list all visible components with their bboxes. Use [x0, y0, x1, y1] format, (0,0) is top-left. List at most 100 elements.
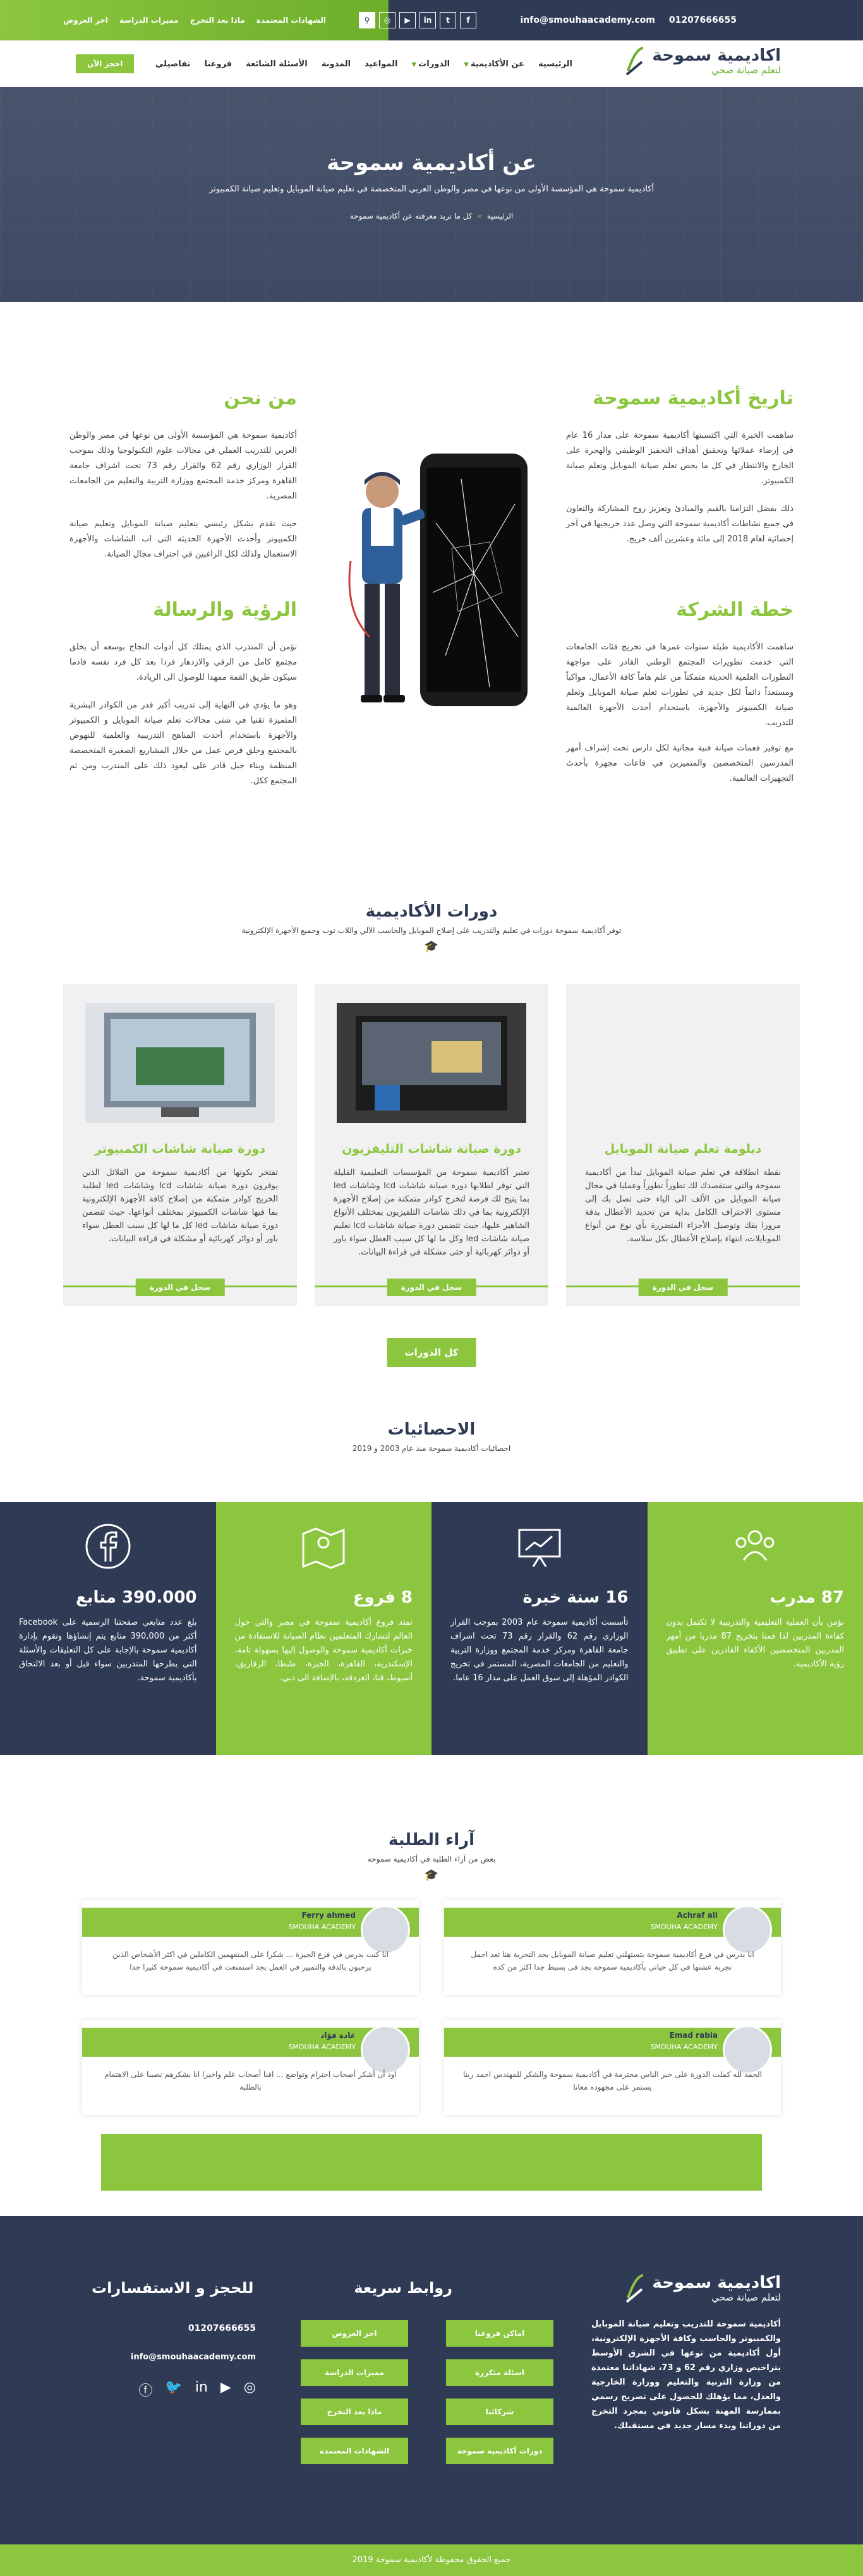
- courses-subtitle: توفر أكاديمية سموحة دورات في تعليم والتد…: [0, 926, 863, 935]
- top-link-features[interactable]: مميزات الدراسة: [119, 16, 179, 25]
- student-role: SMOUHA ACADEMY: [288, 1923, 356, 1931]
- student-name: Emad rabia: [670, 2031, 718, 2040]
- enroll-button[interactable]: سجل في الدورة: [136, 1279, 225, 1296]
- quick-link-branches[interactable]: اماكن فروعنا: [446, 2320, 553, 2347]
- testimonial-card: Ferry ahmed SMOUHA ACADEMY انا كنت بدرس …: [82, 1900, 419, 1995]
- vision-title: الرؤية والرسالة: [69, 599, 297, 621]
- testimonials-section: آراء الطلبة بعض من آراء الطلبة في أكاديم…: [0, 1812, 863, 2216]
- facebook-icon: [83, 1521, 133, 1572]
- top-links: اخر العروض مميزات الدراسة ماذا بعد التخر…: [63, 16, 326, 25]
- footer-logo-line2: لتعلم صيانة صحي: [652, 2292, 781, 2303]
- course-image: [588, 1003, 778, 1123]
- nav-faq[interactable]: الأسئلة الشائعة: [246, 59, 308, 69]
- stat-description: تأسست أكاديمية سموحة عام 2003 بموجب القر…: [450, 1616, 629, 1685]
- nav-menu: الرئيسية عن الأكاديمية▼ الدورات▼ المواعي…: [155, 40, 572, 87]
- all-courses-button[interactable]: كل الدورات: [387, 1338, 476, 1367]
- stat-description: نؤمن بأن العملية التعليمية والتدريبية لا…: [667, 1616, 845, 1671]
- quick-link-faq[interactable]: اسئلة متكررة: [446, 2359, 553, 2386]
- course-description: تفتخر بكونها من أكاديمية سموحة من القلائ…: [82, 1166, 278, 1246]
- breadcrumb: الرئيسية » كل ما تريد معرفته عن أكاديمية…: [0, 212, 863, 220]
- logo-line1: اكاديمية سموحة: [652, 47, 781, 64]
- footer-phone[interactable]: 01207666655: [92, 2323, 256, 2333]
- history-paragraph-2: ذلك بفضل التزامنا بالقيم والمبادئ وتعزيز…: [566, 502, 794, 547]
- twitter-icon[interactable]: t: [440, 12, 456, 28]
- top-email[interactable]: info@smouhaacademy.com: [520, 15, 655, 25]
- hero-subtitle: أكاديمية سموحة هي المؤسسة الأولى من نوعه…: [0, 184, 863, 194]
- search-icon[interactable]: ⚲: [359, 12, 375, 28]
- nav-blog[interactable]: المدونة: [322, 59, 351, 69]
- site-logo[interactable]: اكاديمية سموحة لتعلم صيانة صحي: [624, 45, 781, 77]
- stat-value: 8 فروع: [235, 1588, 413, 1607]
- top-link-after-grad[interactable]: ماذا بعد التخرج: [190, 16, 245, 25]
- facebook-icon[interactable]: ⓕ: [138, 2380, 152, 2400]
- course-title[interactable]: دبلومة تعلم صيانة الموبايل: [585, 1142, 781, 1156]
- plan-paragraph-1: ساهمت الأكاديمية طيلة سنوات عمرها في تخر…: [566, 640, 794, 731]
- enroll-button[interactable]: سجل في الدورة: [639, 1279, 728, 1296]
- footer-email[interactable]: info@smouhaacademy.com: [92, 2352, 256, 2362]
- top-link-offers[interactable]: اخر العروض: [63, 16, 108, 25]
- course-card: دورة صيانة شاشات الكمبيوتر تفتخر بكونها …: [63, 984, 297, 1306]
- youtube-icon[interactable]: ▶: [220, 2380, 231, 2400]
- page-title: عن أكاديمية سموحة: [0, 150, 863, 176]
- linkedin-icon[interactable]: in: [195, 2380, 208, 2400]
- nav-home[interactable]: الرئيسية: [538, 59, 572, 69]
- stat-description: بلغ عدد متابعي صفحتنا الرسمية على Facebo…: [19, 1616, 197, 1685]
- enroll-button[interactable]: سجل في الدورة: [387, 1279, 476, 1296]
- promo-band: [101, 2134, 762, 2191]
- quick-link-after-grad[interactable]: ماذا بعد التخرج: [301, 2398, 408, 2425]
- copyright: جميع الحقوق محفوظة لأكاديمية سموحة 2019: [0, 2544, 863, 2576]
- top-phone[interactable]: 01207666655: [669, 15, 737, 25]
- course-image: [85, 1003, 275, 1123]
- stat-card: 8 فروع تمتد فروع أكاديمية سموحة في مصر و…: [216, 1502, 432, 1755]
- breadcrumb-home[interactable]: الرئيسية: [487, 212, 513, 220]
- vision-paragraph-1: نؤمن أن المتدرب الذي يمتلك كل أدوات النج…: [69, 640, 297, 685]
- quick-link-features[interactable]: مميزات الدراسة: [301, 2359, 408, 2386]
- top-link-certs[interactable]: الشهادات المعتمدة: [256, 16, 326, 25]
- quick-link-partners[interactable]: شركائنا: [446, 2398, 553, 2425]
- top-contact: 01207666655 info@smouhaacademy.com: [476, 0, 863, 40]
- plan-block: خطة الشركة ساهمت الأكاديمية طيلة سنوات ع…: [566, 599, 794, 795]
- nav-contact[interactable]: تفاصيلي: [155, 59, 190, 69]
- quick-links-title: روابط سريعة: [354, 2279, 452, 2297]
- stat-card: 390.000 متابع بلغ عدد متابعي صفحتنا الرس…: [0, 1502, 216, 1755]
- hero-banner: عن أكاديمية سموحة أكاديمية سموحة هي المؤ…: [0, 87, 863, 302]
- contact-title: للحجز و الاستفسارات: [92, 2279, 253, 2297]
- stats-subtitle: احصائيات أكاديمية سموحة منذ عام 2003 و 2…: [0, 1444, 863, 1453]
- testimonial-card: Emad rabia SMOUHA ACADEMY الحمد لله كملت…: [444, 2020, 781, 2115]
- chevron-down-icon: ▼: [411, 61, 416, 68]
- avatar: [723, 1905, 772, 1954]
- logo-icon: [624, 45, 646, 77]
- quick-link-certs[interactable]: الشهادات المعتمدة: [301, 2438, 408, 2464]
- facebook-icon[interactable]: f: [460, 12, 476, 28]
- course-title[interactable]: دورة صيانة شاشات التليفزيون: [334, 1142, 529, 1156]
- footer-logo[interactable]: اكاديمية سموحة لتعلم صيانة صحي: [591, 2273, 781, 2304]
- nav-about[interactable]: عن الأكاديمية▼: [464, 59, 524, 69]
- nav-schedule[interactable]: المواعيد: [365, 59, 397, 69]
- graduation-cap-icon: 🎓: [0, 940, 863, 953]
- student-role: SMOUHA ACADEMY: [650, 2043, 718, 2051]
- twitter-icon[interactable]: 🐦: [165, 2380, 182, 2400]
- nav-courses[interactable]: الدورات▼: [411, 59, 450, 69]
- courses-section: دورات الأكاديمية توفر أكاديمية سموحة دور…: [0, 902, 863, 1508]
- chevron-down-icon: ▼: [464, 61, 469, 68]
- course-image: [337, 1003, 526, 1123]
- vision-block: الرؤية والرسالة نؤمن أن المتدرب الذي يمت…: [69, 599, 297, 798]
- course-title[interactable]: دورة صيانة شاشات الكمبيوتر: [82, 1142, 278, 1156]
- student-name: غادة فؤاد: [320, 2031, 356, 2040]
- graduation-cap-icon: 🎓: [0, 1869, 863, 1882]
- vision-paragraph-2: وهو ما يؤدي في النهاية إلى تدريب أكبر قد…: [69, 698, 297, 789]
- instagram-icon[interactable]: ◎: [379, 12, 395, 28]
- linkedin-icon[interactable]: in: [419, 12, 436, 28]
- quick-link-courses[interactable]: دورات أكاديمية سموحة: [446, 2438, 553, 2464]
- instagram-icon[interactable]: ◎: [244, 2380, 256, 2400]
- student-name: Ferry ahmed: [301, 1911, 356, 1920]
- technician-phone-image: [325, 447, 540, 713]
- youtube-icon[interactable]: ▶: [399, 12, 416, 28]
- about-section: تاريخ أكاديمية سموحة ساهمت الخبرة التي ا…: [0, 302, 863, 902]
- course-cards: دبلومة تعلم صيانة الموبايل نقطة انطلاقة …: [63, 984, 800, 1306]
- nav-branches[interactable]: فروعنا: [204, 59, 232, 69]
- book-now-button[interactable]: احجز الآن: [76, 54, 134, 73]
- footer-logo-line1: اكاديمية سموحة: [652, 2274, 781, 2292]
- student-role: SMOUHA ACADEMY: [288, 2043, 356, 2051]
- quick-link-offers[interactable]: اخر العروض: [301, 2320, 408, 2347]
